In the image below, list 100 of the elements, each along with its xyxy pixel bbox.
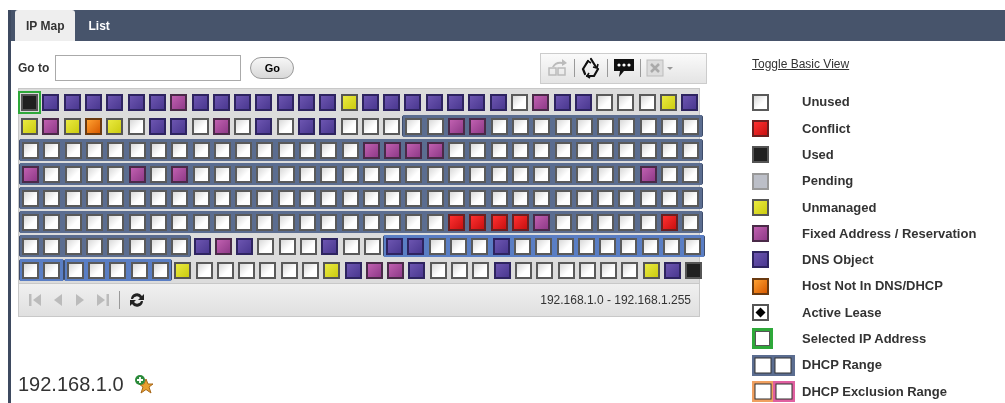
comment-icon[interactable] [613,58,635,78]
dns-object-cell[interactable] [319,93,337,111]
unused-ip-cell[interactable] [661,165,679,183]
unused-ip-cell[interactable] [490,117,508,135]
unused-ip-cell[interactable] [535,237,553,255]
unused-ip-cell[interactable] [213,189,231,207]
fixed-address-cell[interactable] [171,165,189,183]
unused-ip-cell[interactable] [22,189,40,207]
dns-object-cell[interactable] [574,93,592,111]
unused-ip-cell[interactable] [149,213,167,231]
unused-ip-cell[interactable] [554,189,572,207]
conflict-ip-cell[interactable] [511,213,529,231]
unused-ip-cell[interactable] [469,165,487,183]
unmanaged-ip-cell[interactable] [323,261,341,279]
unused-ip-cell[interactable] [320,165,338,183]
unused-ip-cell[interactable] [490,141,508,159]
unused-ip-cell[interactable] [171,189,189,207]
fixed-address-cell[interactable] [362,141,380,159]
unused-ip-cell[interactable] [511,141,529,159]
unused-ip-cell[interactable] [192,213,210,231]
unused-ip-cell[interactable] [127,117,145,135]
unused-ip-cell[interactable] [109,261,127,279]
unused-ip-cell[interactable] [469,189,487,207]
unused-ip-cell[interactable] [43,141,61,159]
conflict-ip-cell[interactable] [661,213,679,231]
tab[interactable]: IP Map [15,10,76,41]
dns-object-cell[interactable] [106,93,124,111]
unused-ip-cell[interactable] [149,189,167,207]
unused-ip-cell[interactable] [639,141,657,159]
unused-ip-cell[interactable] [383,117,401,135]
unused-ip-cell[interactable] [149,141,167,159]
unused-ip-cell[interactable] [618,165,636,183]
unused-ip-cell[interactable] [302,261,319,279]
unused-ip-cell[interactable] [341,189,359,207]
unused-ip-cell[interactable] [533,189,551,207]
unused-ip-cell[interactable] [554,213,572,231]
unused-ip-cell[interactable] [450,237,468,255]
unused-ip-cell[interactable] [471,237,489,255]
dns-object-cell[interactable] [407,237,425,255]
dns-object-cell[interactable] [255,117,273,135]
dns-object-cell[interactable] [127,93,145,111]
fixed-address-cell[interactable] [532,93,550,111]
unmanaged-ip-cell[interactable] [63,117,81,135]
unused-ip-cell[interactable] [299,213,316,231]
dns-object-cell[interactable] [63,93,81,111]
unused-ip-cell[interactable] [472,261,490,279]
fixed-address-cell[interactable] [384,141,402,159]
dns-object-cell[interactable] [148,117,166,135]
fixed-address-cell[interactable] [426,141,444,159]
dns-object-cell[interactable] [386,237,404,255]
unused-ip-cell[interactable] [341,213,359,231]
dns-object-cell[interactable] [170,117,188,135]
fixed-address-cell[interactable] [365,261,383,279]
unused-ip-cell[interactable] [216,261,234,279]
unused-ip-cell[interactable] [578,261,596,279]
unused-ip-cell[interactable] [149,237,167,255]
unused-ip-cell[interactable] [86,141,104,159]
used-ip-cell[interactable] [685,261,703,279]
unused-ip-cell[interactable] [621,261,639,279]
dns-object-cell[interactable] [553,93,571,111]
unused-ip-cell[interactable] [639,213,657,231]
fixed-address-cell[interactable] [469,117,487,135]
unused-ip-cell[interactable] [341,165,359,183]
dns-object-cell[interactable] [191,93,209,111]
unused-ip-cell[interactable] [638,93,656,111]
conflict-ip-cell[interactable] [490,213,508,231]
unused-ip-cell[interactable] [191,117,209,135]
unused-ip-cell[interactable] [276,117,294,135]
fixed-address-cell[interactable] [405,141,423,159]
unused-ip-cell[interactable] [426,189,444,207]
dns-object-cell[interactable] [321,237,339,255]
unused-ip-cell[interactable] [513,237,531,255]
unused-ip-cell[interactable] [426,117,444,135]
fixed-address-cell[interactable] [533,213,551,231]
unused-ip-cell[interactable] [277,165,295,183]
unused-ip-cell[interactable] [149,165,167,183]
unused-ip-cell[interactable] [682,117,700,135]
unused-ip-cell[interactable] [66,261,84,279]
unused-ip-cell[interactable] [171,213,189,231]
toggle-basic-view-link[interactable]: Toggle Basic View [752,55,850,73]
unused-ip-cell[interactable] [577,237,595,255]
unused-ip-cell[interactable] [299,141,316,159]
unused-ip-cell[interactable] [340,117,358,135]
unused-ip-cell[interactable] [575,189,593,207]
unused-ip-cell[interactable] [618,117,636,135]
unused-ip-cell[interactable] [597,189,615,207]
unused-ip-cell[interactable] [64,189,82,207]
dns-object-cell[interactable] [42,93,60,111]
unused-ip-cell[interactable] [342,237,360,255]
unused-ip-cell[interactable] [257,237,275,255]
unused-ip-cell[interactable] [259,261,277,279]
unmanaged-ip-cell[interactable] [106,117,124,135]
unused-ip-cell[interactable] [192,141,210,159]
dns-object-cell[interactable] [361,93,379,111]
unused-ip-cell[interactable] [596,93,614,111]
unused-ip-cell[interactable] [277,213,295,231]
dns-object-cell[interactable] [212,93,230,111]
unused-ip-cell[interactable] [361,117,379,135]
dns-object-cell[interactable] [493,261,511,279]
unused-ip-cell[interactable] [128,189,146,207]
